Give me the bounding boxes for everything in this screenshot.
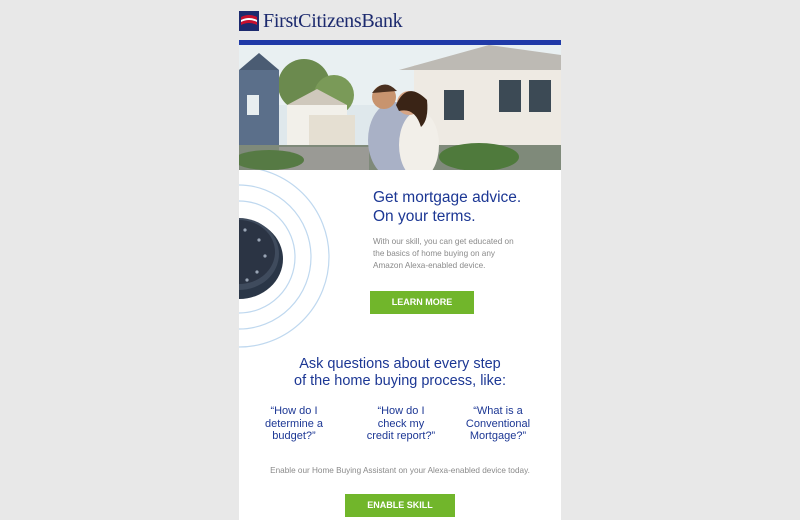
question-budget: “How do I determine a budget?”	[252, 405, 336, 443]
question-conventional-mortgage: “What is a Conventional Mortgage?”	[456, 405, 540, 443]
question-line: Mortgage?”	[469, 430, 527, 442]
ask-title-line2: of the home buying process, like:	[294, 373, 506, 389]
question-line: “How do I	[270, 405, 318, 417]
lower-content: Ask questions about every step of the ho…	[239, 0, 561, 517]
enable-skill-button[interactable]: ENABLE SKILL	[345, 494, 455, 517]
enable-text: Enable our Home Buying Assistant on your…	[270, 466, 530, 475]
question-line: credit report?”	[366, 430, 436, 442]
question-line: determine a	[264, 417, 324, 430]
question-credit-report: “How do I check my credit report?”	[359, 405, 443, 443]
question-line: check my	[377, 417, 425, 430]
question-line: budget?”	[272, 430, 316, 442]
question-line: “How do I	[377, 405, 425, 417]
question-line: Conventional	[465, 417, 531, 430]
ask-title: Ask questions about every step of the ho…	[239, 356, 561, 390]
question-line: “What is a	[473, 405, 523, 417]
ask-title-line1: Ask questions about every step	[299, 356, 501, 372]
